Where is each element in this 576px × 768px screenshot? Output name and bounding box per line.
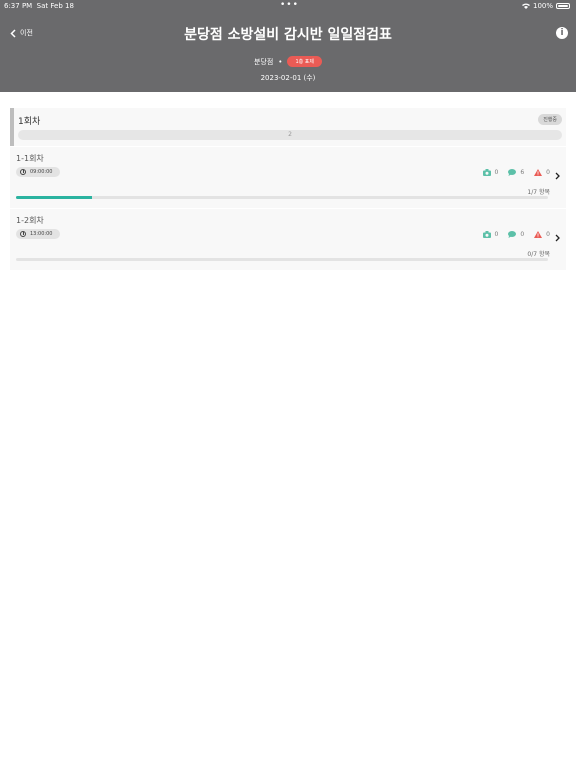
- time-chip: 09:00:00: [16, 167, 61, 177]
- page: 6:37 PM Sat Feb 18 ••• 100% 이전 분당점 소방설비 …: [0, 0, 576, 768]
- clock-icon: [20, 231, 26, 237]
- round-accent-bar: [10, 108, 14, 146]
- item-count: 1/7 항목: [527, 189, 550, 196]
- round-progress-bar: 2: [18, 130, 562, 140]
- photo-count: 0: [494, 169, 499, 176]
- branch-name: 분당점: [253, 57, 274, 66]
- comment-stat: 6: [508, 169, 524, 176]
- chevron-right-icon: [555, 234, 560, 242]
- sub-round-title: 1-1회차: [16, 154, 44, 163]
- comment-icon: [508, 231, 517, 238]
- time-value: 13:00:00: [30, 231, 53, 237]
- wifi-icon: [521, 3, 530, 9]
- sub-round-progress: [16, 258, 548, 261]
- status-bar: 6:37 PM Sat Feb 18 ••• 100%: [0, 0, 576, 12]
- inspection-date: 2023-02-01 (수): [260, 74, 316, 82]
- warning-stat: 0: [534, 231, 550, 238]
- chevron-right-icon: [555, 172, 560, 180]
- warning-icon: [534, 169, 543, 176]
- status-pill: 1층 표제: [287, 56, 323, 67]
- page-title: 분당점 소방설비 감시반 일일점검표: [184, 27, 392, 43]
- battery-icon: [556, 3, 570, 9]
- sub-round-progress: [16, 196, 548, 199]
- comment-stat: 0: [508, 231, 524, 238]
- info-icon[interactable]: i: [556, 27, 568, 39]
- header: 6:37 PM Sat Feb 18 ••• 100% 이전 분당점 소방설비 …: [0, 0, 576, 92]
- time-value: 09:00:00: [30, 169, 53, 175]
- camera-icon: [482, 169, 491, 176]
- sub-round-row[interactable]: 1-1회차 09:00:00 0 6 0 1/7 항목: [10, 147, 566, 207]
- round-status-badge: 진행중: [538, 114, 562, 125]
- warning-count: 0: [546, 231, 550, 238]
- item-count: 0/7 항목: [527, 251, 550, 258]
- photo-count: 0: [494, 231, 499, 238]
- warning-stat: 0: [534, 169, 550, 176]
- stats: 0 0 0: [482, 231, 550, 238]
- round-title: 1회차: [18, 117, 41, 127]
- photo-stat: 0: [482, 169, 499, 176]
- sub-round-title: 1-2회차: [16, 216, 44, 225]
- clock-icon: [20, 169, 26, 175]
- status-time: 6:37 PM Sat Feb 18: [4, 2, 74, 10]
- photo-stat: 0: [482, 231, 499, 238]
- stats: 0 6 0: [482, 169, 550, 176]
- separator: •: [278, 57, 283, 66]
- status-right: 100%: [521, 2, 570, 10]
- comment-count: 0: [520, 231, 525, 238]
- progress-fill: [16, 196, 93, 199]
- warning-icon: [534, 231, 543, 238]
- time-chip: 13:00:00: [16, 229, 61, 239]
- comment-icon: [508, 169, 517, 176]
- branch-row: 분당점 • 1층 표제: [0, 56, 576, 67]
- multitask-dots-icon[interactable]: •••: [280, 0, 299, 10]
- round-card: 1회차 진행중 2 1-1회차 09:00:00 0 6 0 1/7 항목 1-…: [10, 108, 566, 270]
- sub-round-row[interactable]: 1-2회차 13:00:00 0 0 0 0/7 항목: [10, 209, 566, 269]
- battery-percent: 100%: [532, 2, 553, 10]
- camera-icon: [482, 231, 491, 238]
- warning-count: 0: [546, 169, 550, 176]
- comment-count: 6: [520, 169, 525, 176]
